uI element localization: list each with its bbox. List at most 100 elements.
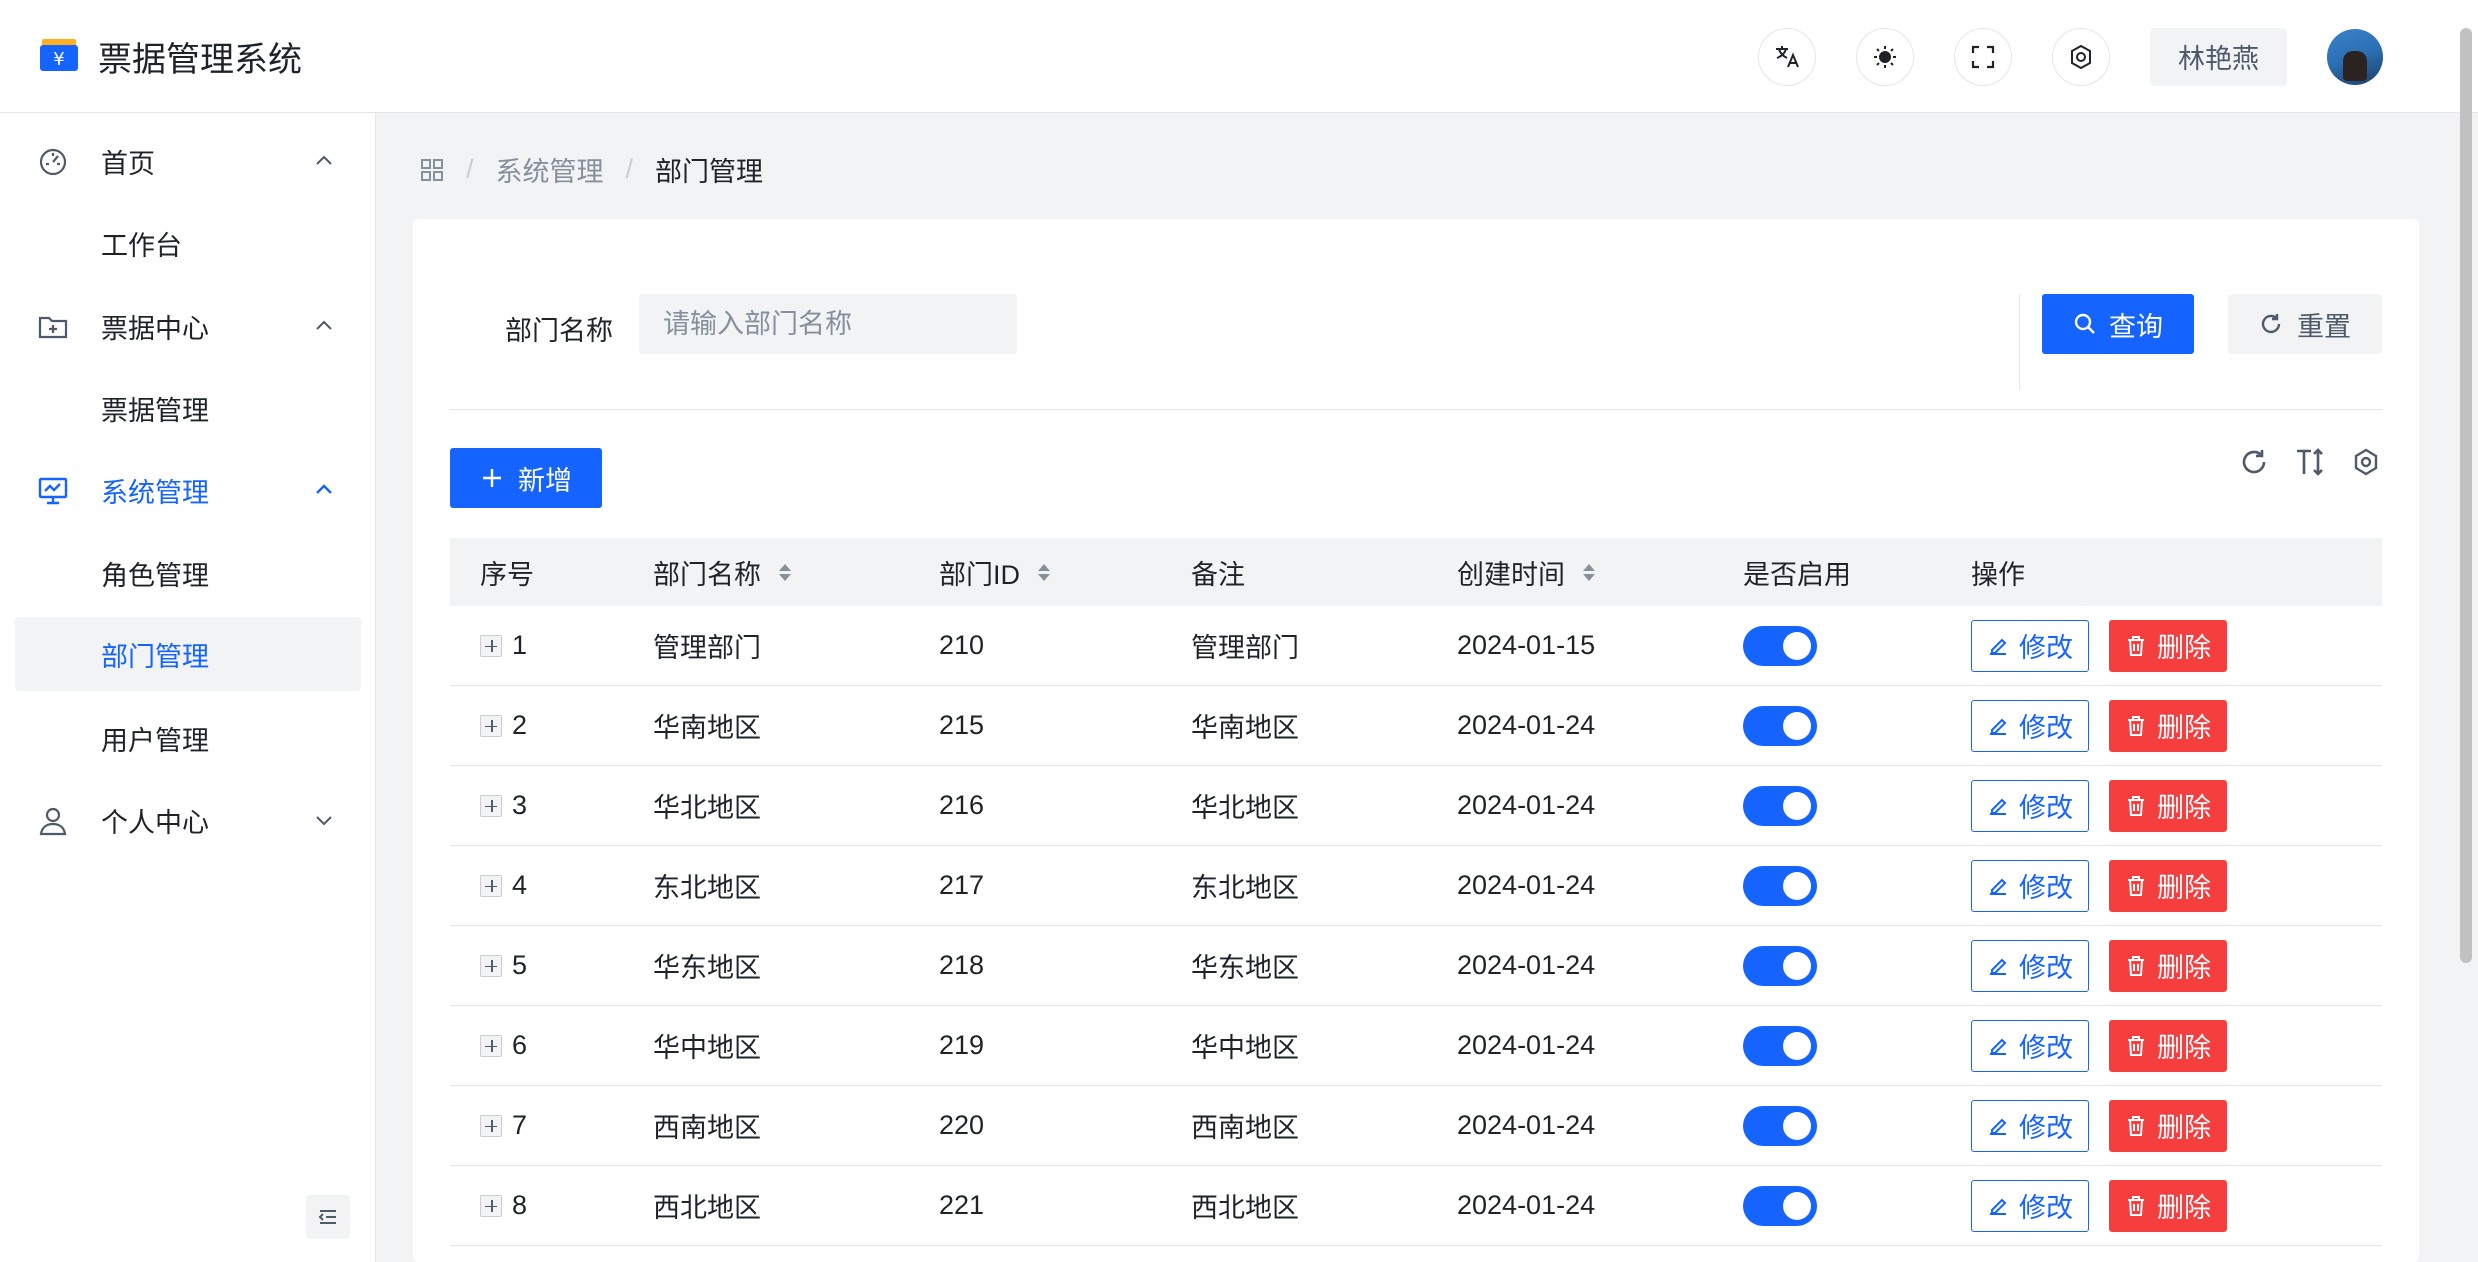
- enabled-toggle[interactable]: [1743, 865, 1817, 906]
- edit-button[interactable]: 修改: [1971, 1019, 2089, 1072]
- sort-icon[interactable]: [1038, 563, 1050, 581]
- enabled-toggle[interactable]: [1743, 705, 1817, 746]
- avatar[interactable]: [2327, 28, 2383, 85]
- edit-button[interactable]: 修改: [1971, 859, 2089, 912]
- enabled-toggle[interactable]: [1743, 625, 1817, 666]
- expand-icon[interactable]: [480, 794, 502, 817]
- sidebar-item-role-management[interactable]: 角色管理: [15, 536, 361, 610]
- translate-button[interactable]: [1758, 27, 1816, 86]
- edit-button[interactable]: 修改: [1971, 1179, 2089, 1232]
- edit-button-label: 修改: [2019, 1193, 2073, 1223]
- breadcrumb-item-system[interactable]: 系统管理: [496, 150, 604, 189]
- reset-button[interactable]: 重置: [2228, 294, 2382, 354]
- trash-icon: [2128, 635, 2144, 656]
- cell-department-id: 210: [939, 630, 985, 660]
- breadcrumb-separator: /: [625, 154, 634, 184]
- apps-icon[interactable]: [420, 158, 444, 182]
- expand-icon[interactable]: [480, 714, 502, 737]
- delete-button[interactable]: 删除: [2109, 1019, 2227, 1072]
- sidebar-item-personal-center[interactable]: 个人中心: [15, 783, 361, 857]
- user-icon: [39, 807, 67, 836]
- fullscreen-button[interactable]: [1954, 27, 2012, 86]
- row-index: 8: [512, 1190, 528, 1220]
- edit-button-label: 修改: [2019, 713, 2073, 743]
- cell-remark: 西南地区: [1191, 1113, 1299, 1143]
- density-button[interactable]: [2293, 445, 2327, 479]
- column-header-created[interactable]: 创建时间: [1457, 538, 1595, 606]
- sidebar-item-workbench[interactable]: 工作台: [15, 206, 361, 280]
- sidebar-item-home[interactable]: 首页: [15, 124, 361, 198]
- app-title: 票据管理系统: [98, 40, 302, 79]
- expand-icon[interactable]: [480, 1114, 502, 1137]
- column-header-name[interactable]: 部门名称: [653, 538, 791, 606]
- edit-button[interactable]: 修改: [1971, 779, 2089, 832]
- plus-icon: [483, 469, 501, 487]
- reset-button-label: 重置: [2297, 311, 2351, 342]
- cell-created-time: 2024-01-24: [1457, 710, 1596, 740]
- table-row: 1 管理部门 210 管理部门 2024-01-15 修改 删除: [450, 606, 2382, 686]
- edit-button[interactable]: 修改: [1971, 939, 2089, 992]
- settings-button[interactable]: [2052, 27, 2110, 86]
- cell-enabled: [1743, 926, 1817, 1005]
- app-logo[interactable]: ¥ 票据管理系统: [40, 32, 302, 81]
- sidebar-item-department-management[interactable]: 部门管理: [15, 617, 361, 691]
- enabled-toggle[interactable]: [1743, 1025, 1817, 1066]
- delete-button[interactable]: 删除: [2109, 779, 2227, 832]
- trash-icon: [2128, 875, 2144, 896]
- sidebar-item-system-management[interactable]: 系统管理: [15, 453, 361, 527]
- sort-icon[interactable]: [1583, 563, 1595, 581]
- delete-button-label: 删除: [2157, 953, 2211, 983]
- collapse-sidebar-button[interactable]: [306, 1195, 350, 1239]
- cell-actions: 修改 删除: [1971, 766, 2227, 845]
- delete-button[interactable]: 删除: [2109, 1179, 2227, 1232]
- add-button[interactable]: 新增: [450, 448, 602, 508]
- delete-button-label: 删除: [2157, 713, 2211, 743]
- expand-icon[interactable]: [480, 1194, 502, 1217]
- cell-department-id: 217: [939, 870, 985, 900]
- cell-remark: 华中地区: [1191, 1033, 1299, 1063]
- user-name[interactable]: 林艳燕: [2150, 27, 2287, 86]
- row-index: 1: [512, 630, 528, 660]
- enabled-toggle[interactable]: [1743, 1105, 1817, 1146]
- delete-button[interactable]: 删除: [2109, 1099, 2227, 1152]
- expand-icon[interactable]: [480, 1034, 502, 1057]
- column-header-actions: 操作: [1971, 538, 2025, 606]
- edit-button[interactable]: 修改: [1971, 1099, 2089, 1152]
- trash-icon: [2128, 715, 2144, 736]
- delete-button[interactable]: 删除: [2109, 859, 2227, 912]
- divider: [450, 409, 2382, 410]
- cell-created-time: 2024-01-15: [1457, 630, 1596, 660]
- theme-toggle-button[interactable]: [1856, 27, 1914, 86]
- reload-button[interactable]: [2237, 445, 2271, 479]
- delete-button[interactable]: 删除: [2109, 699, 2227, 752]
- query-button[interactable]: 查询: [2042, 294, 2194, 354]
- delete-button[interactable]: 删除: [2109, 619, 2227, 672]
- sort-icon[interactable]: [779, 563, 791, 581]
- cell-department-name: 华南地区: [653, 713, 761, 743]
- enabled-toggle[interactable]: [1743, 1185, 1817, 1226]
- enabled-toggle[interactable]: [1743, 945, 1817, 986]
- main-card: 部门名称 查询 重置 新增: [413, 219, 2419, 1262]
- divider: [2019, 294, 2020, 390]
- expand-icon[interactable]: [480, 634, 502, 657]
- sidebar-item-user-management[interactable]: 用户管理: [15, 701, 361, 775]
- delete-button[interactable]: 删除: [2109, 939, 2227, 992]
- edit-button[interactable]: 修改: [1971, 619, 2089, 672]
- delete-button-label: 删除: [2157, 793, 2211, 823]
- cell-department-name: 东北地区: [653, 873, 761, 903]
- column-header-id[interactable]: 部门ID: [939, 538, 1050, 606]
- expand-icon[interactable]: [480, 874, 502, 897]
- scrollbar[interactable]: [2460, 28, 2472, 963]
- edit-icon: [1990, 798, 2007, 815]
- expand-icon[interactable]: [480, 954, 502, 977]
- enabled-toggle[interactable]: [1743, 785, 1817, 826]
- sidebar-item-label: 用户管理: [101, 725, 209, 756]
- department-name-input[interactable]: [639, 294, 1017, 354]
- sidebar-item-ticket-management[interactable]: 票据管理: [15, 371, 361, 445]
- add-button-label: 新增: [518, 465, 572, 496]
- cell-index: 5: [480, 926, 527, 1005]
- table-header: 序号 部门名称 部门ID 备注 创建时间 是否启用 操作: [450, 538, 2382, 606]
- column-settings-button[interactable]: [2349, 445, 2383, 479]
- edit-button[interactable]: 修改: [1971, 699, 2089, 752]
- sidebar-item-ticket-center[interactable]: 票据中心: [15, 289, 361, 363]
